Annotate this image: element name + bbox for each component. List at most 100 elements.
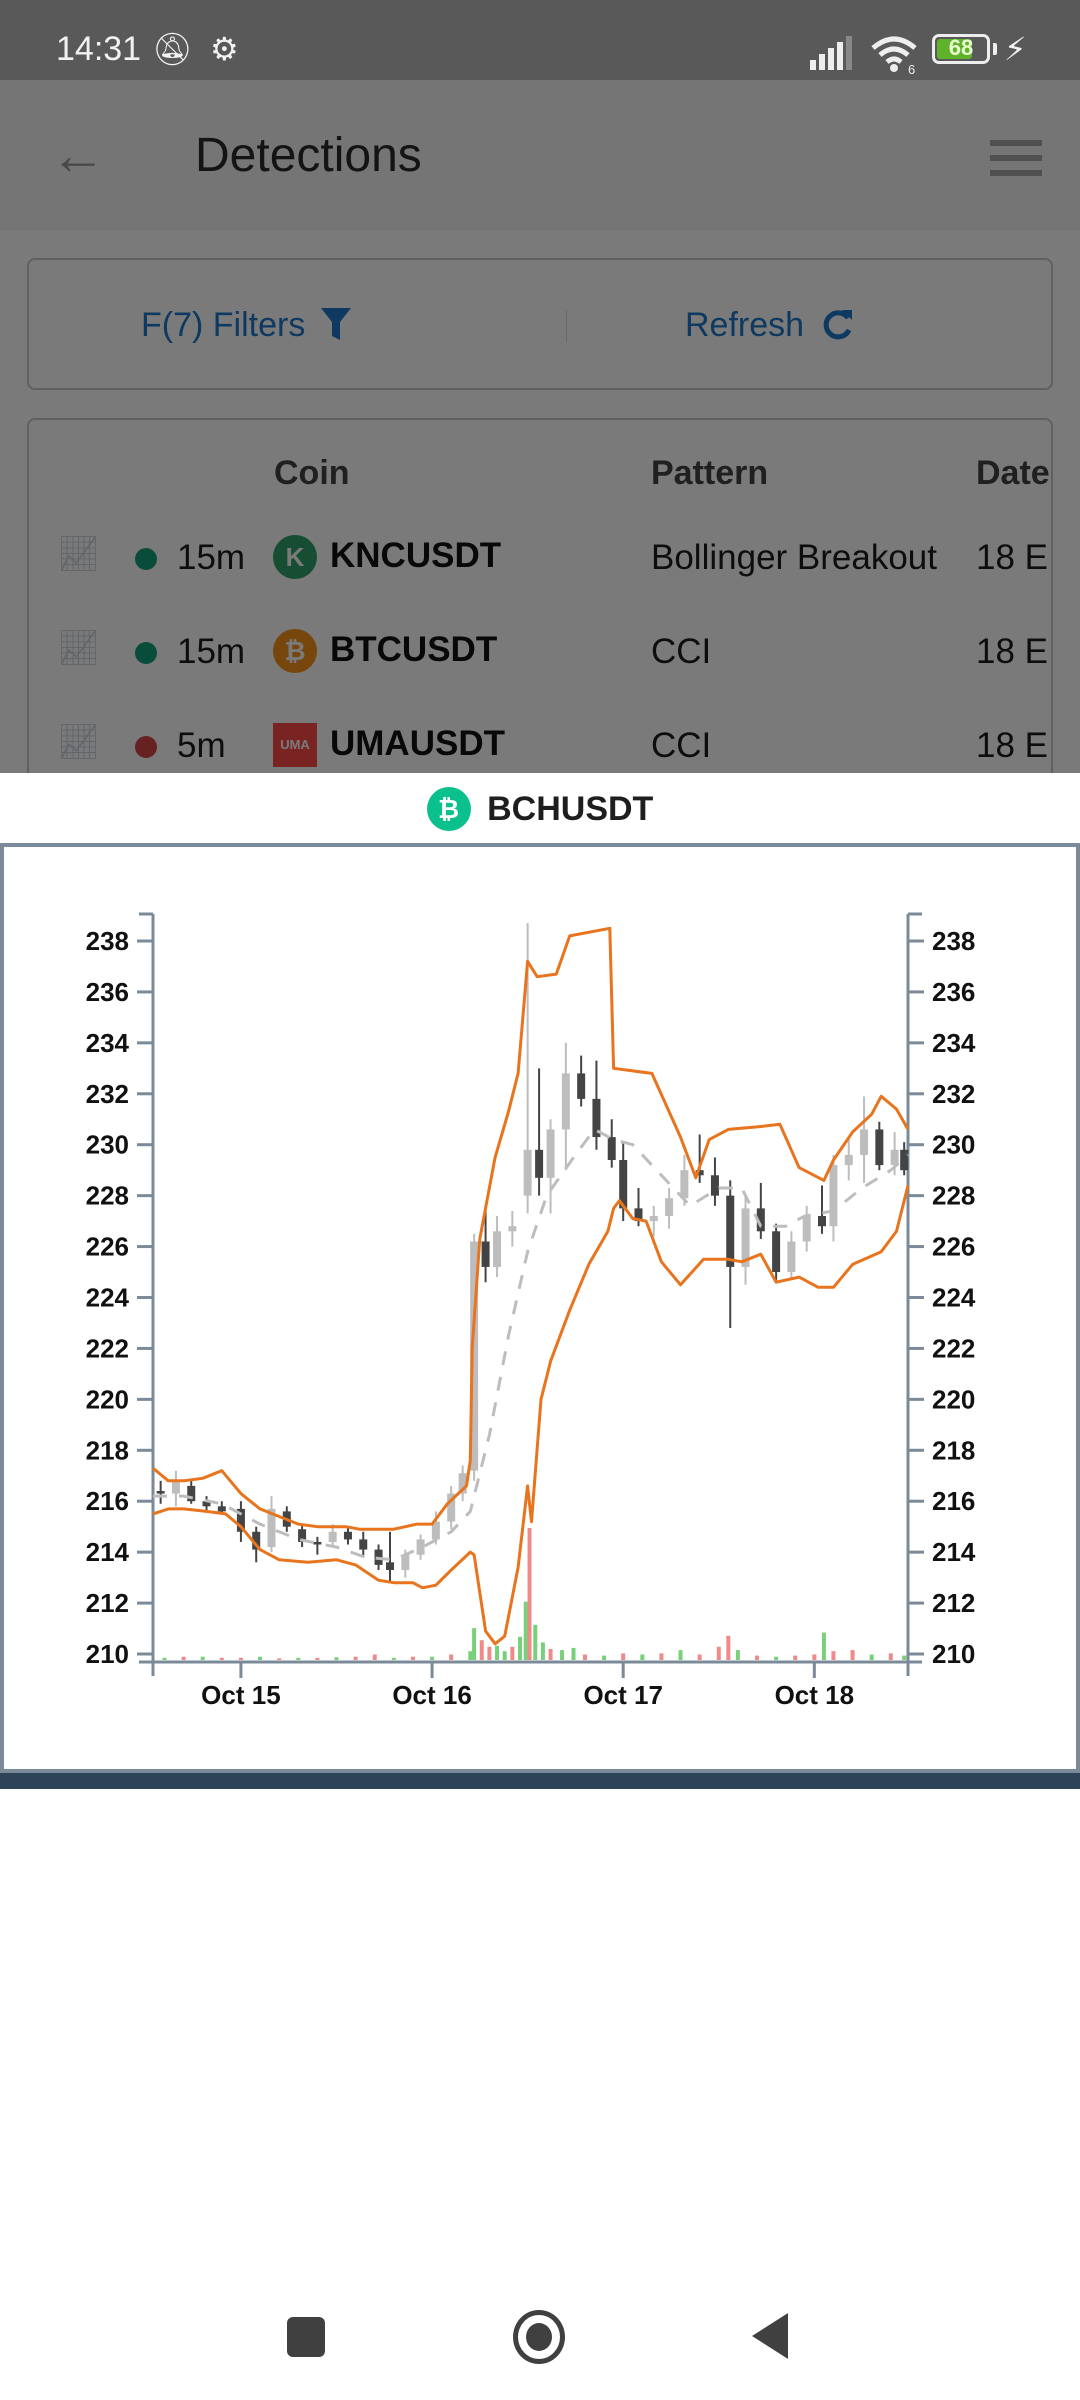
candle-up [829, 1165, 838, 1227]
volume-bar [533, 1624, 538, 1660]
y-tick-label-left: 212 [86, 1588, 129, 1618]
y-tick-label-right: 226 [932, 1232, 975, 1262]
bch-coin-icon: ₿ [426, 787, 471, 831]
volume-bar [449, 1654, 454, 1660]
volume-bar [821, 1632, 826, 1660]
candle-up [649, 1216, 658, 1222]
volume-bar [181, 1656, 186, 1660]
volume-bar [219, 1657, 224, 1660]
candle-down [313, 1541, 322, 1545]
volume-bar [523, 1601, 528, 1660]
detections-screen: 14:31 🔕︎ ⚙ 6 68 ⚡︎ ← Detections [0, 0, 1080, 818]
volume-bar [640, 1654, 645, 1660]
status-bar: 14:31 🔕︎ ⚙ 6 68 ⚡︎ [0, 0, 1080, 80]
volume-bar [238, 1657, 243, 1660]
y-tick-label-right: 236 [932, 977, 975, 1007]
y-tick-label-left: 226 [86, 1232, 129, 1262]
candle-up [860, 1129, 869, 1155]
volume-bar [560, 1650, 565, 1660]
y-tick-label-right: 232 [932, 1079, 975, 1109]
recent-apps-icon[interactable] [287, 2317, 325, 2357]
candle-down [343, 1531, 352, 1540]
volume-bar [755, 1655, 759, 1660]
wifi-label: 6 [908, 62, 915, 74]
volume-bar [735, 1650, 740, 1660]
candle-up [171, 1480, 180, 1494]
volume-bar [659, 1653, 664, 1660]
android-debug-icon: ⚙ [210, 31, 239, 67]
y-tick-label-right: 210 [932, 1639, 975, 1669]
back-triangle-icon[interactable] [752, 2313, 788, 2359]
home-icon[interactable] [513, 2310, 565, 2364]
volume-bar [540, 1642, 545, 1660]
volume-bar [502, 1651, 507, 1660]
volume-bar [162, 1657, 167, 1660]
candlestick-chart[interactable]: 210 210 212 212 214 214 216 216 218 218 220 220 222 2… [4, 847, 1076, 1769]
battery-tip [993, 43, 997, 55]
candle-down [577, 1073, 586, 1099]
candle-up [508, 1226, 517, 1232]
y-tick-label-right: 218 [932, 1435, 975, 1465]
candle-down [726, 1195, 735, 1267]
candle-down [772, 1231, 781, 1273]
upper-band-line [152, 926, 910, 1531]
volume-bar [602, 1655, 607, 1660]
candle-down [481, 1241, 490, 1267]
y-tick-label-left: 216 [86, 1486, 129, 1516]
volume-bar [812, 1654, 817, 1660]
candle-down [535, 1149, 544, 1178]
modal-backdrop[interactable] [0, 80, 1080, 773]
y-tick-label-left: 238 [86, 926, 129, 956]
x-tick-label: Oct 16 [392, 1680, 472, 1710]
volume-bar [495, 1645, 500, 1660]
volume-bar [888, 1653, 893, 1660]
modal-coin-name: BCHUSDT [487, 789, 654, 828]
y-tick-label-left: 230 [86, 1130, 129, 1160]
volume-bar [902, 1655, 907, 1660]
volume-bar [527, 1528, 532, 1660]
candle-down [875, 1129, 884, 1166]
y-tick-label-right: 234 [932, 1028, 976, 1058]
volume-bar [548, 1649, 553, 1660]
y-tick-label-left: 210 [86, 1639, 129, 1669]
volume-bar [831, 1651, 836, 1660]
y-tick-label-right: 228 [932, 1181, 975, 1211]
volume-bar [793, 1655, 798, 1660]
candle-down [710, 1175, 719, 1196]
candle-up [416, 1539, 425, 1555]
x-tick-label: Oct 15 [201, 1680, 281, 1710]
volume-bar [621, 1653, 626, 1660]
y-tick-label-left: 236 [86, 977, 129, 1007]
candle-up [546, 1129, 555, 1178]
candle-up [561, 1073, 570, 1130]
y-tick-label-right: 224 [932, 1283, 976, 1313]
chart-frame: 210 210 212 212 214 214 216 216 218 218 220 220 222 2… [0, 843, 1080, 1773]
y-tick-label-right: 222 [932, 1333, 975, 1363]
x-tick-label: Oct 17 [583, 1680, 663, 1710]
candle-up [787, 1241, 796, 1273]
y-tick-label-left: 224 [86, 1283, 130, 1313]
volume-bar [726, 1635, 731, 1660]
volume-bar [277, 1658, 282, 1660]
volume-bar [468, 1651, 473, 1660]
y-tick-label-left: 232 [86, 1079, 129, 1109]
volume-bar [774, 1656, 779, 1660]
candle-down [900, 1149, 909, 1171]
volume-bar [200, 1656, 205, 1660]
y-tick-label-right: 216 [932, 1486, 975, 1516]
volume-bar [296, 1657, 301, 1660]
wifi-icon: 6 [871, 36, 917, 74]
volume-bar [582, 1654, 587, 1660]
candle-up [328, 1531, 337, 1542]
volume-bar [472, 1628, 477, 1660]
candle-down [217, 1506, 226, 1512]
volume-bar [353, 1656, 358, 1660]
status-time: 14:31 [56, 30, 142, 68]
modal-bottom-bar [0, 1773, 1080, 1789]
volume-bar [372, 1654, 377, 1660]
volume-bar [510, 1646, 515, 1660]
signal-icon [810, 36, 852, 70]
y-tick-label-right: 230 [932, 1130, 975, 1160]
volume-bar [410, 1656, 415, 1660]
candle-up [802, 1216, 811, 1242]
